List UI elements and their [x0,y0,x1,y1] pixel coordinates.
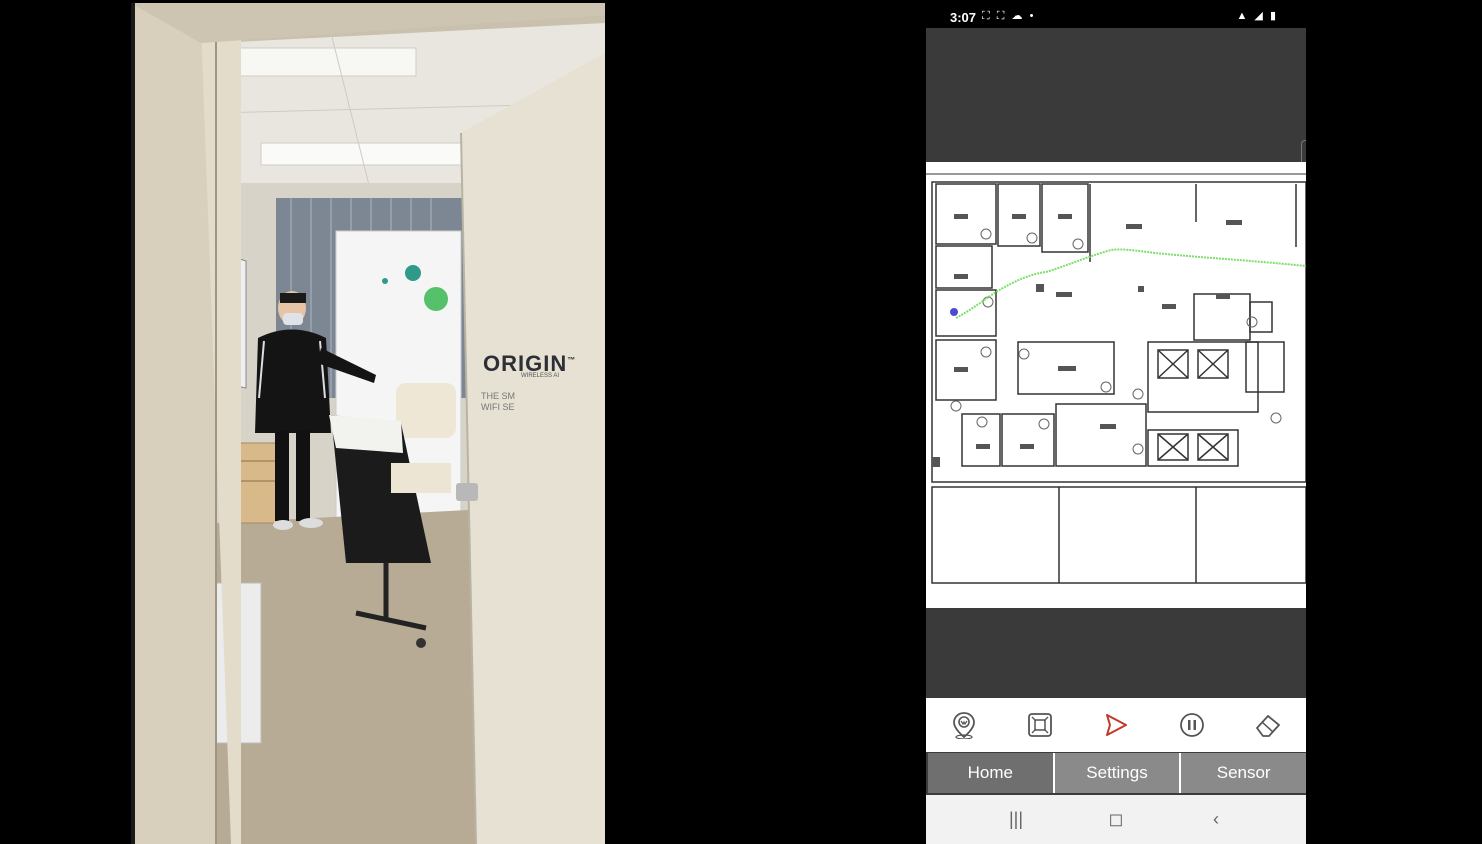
current-position-marker [950,308,958,316]
phone-screen: 3:07 ⛶ ⛶ ☁ • ▲ ◢ ▮ Home Settings Sensor … [926,3,1306,844]
tracking-path [955,248,1306,319]
location-wifi-icon[interactable] [944,705,984,745]
banner-tagline: THE SM WIFI SE [481,391,516,412]
status-bar: 3:07 ⛶ ⛶ ☁ • ▲ ◢ ▮ [926,3,1306,28]
back-icon[interactable]: ‹ [1196,805,1236,835]
office-scene-image [131,3,605,844]
status-time: 3:07 [950,10,977,25]
android-navbar: ||| ◻ ‹ [926,795,1306,844]
tab-settings[interactable]: Settings [1054,753,1182,793]
signal-battery-icons: ▲ ◢ ▮ [1236,10,1278,22]
pause-icon[interactable] [1172,705,1212,745]
bottom-tabs: Home Settings Sensor [928,753,1306,793]
tab-sensor[interactable]: Sensor [1181,753,1306,793]
send-icon[interactable] [1096,705,1136,745]
banner-subtitle: WIRELESS AI [521,373,560,379]
map-view[interactable] [926,28,1306,698]
map-toolbar [926,698,1306,752]
fit-screen-icon[interactable] [1020,705,1060,745]
tab-home[interactable]: Home [928,753,1055,793]
camera-video-frame: ORIGIN™ WIRELESS AI THE SM WIFI SE [131,3,605,844]
floorplan-map[interactable] [926,162,1306,608]
eraser-icon[interactable] [1248,705,1288,745]
floorplan-drawing [926,173,1306,584]
recents-icon[interactable]: ||| [996,805,1036,835]
notification-icons: ⛶ ⛶ ☁ • [982,10,1036,22]
home-icon[interactable]: ◻ [1096,805,1136,835]
